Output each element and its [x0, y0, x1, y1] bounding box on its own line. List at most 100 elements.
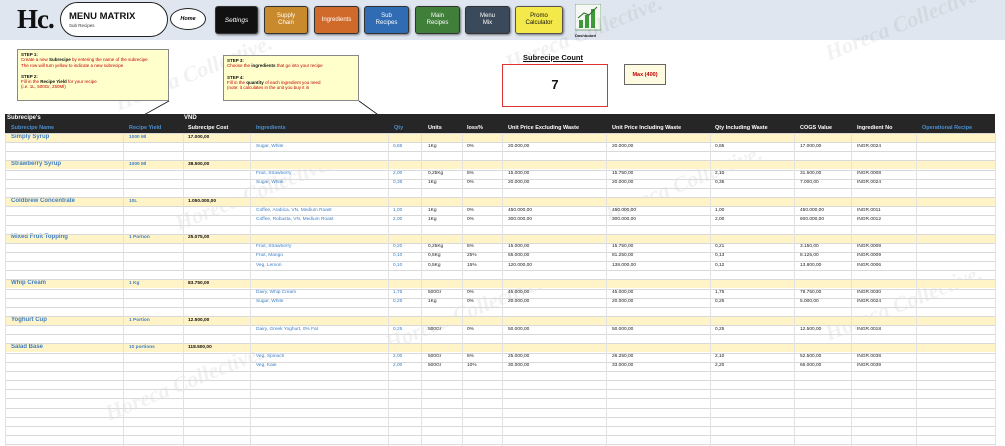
unit-price-excl-cell: 15.000,00 [508, 171, 530, 177]
column-divider [388, 133, 389, 446]
grid-line [5, 306, 995, 308]
grid-line [5, 160, 995, 162]
qty-incl-cell: 2,20 [715, 363, 725, 369]
recipe-name[interactable]: Simply Syrup [11, 134, 49, 140]
grid-line [5, 398, 995, 400]
qty-incl-cell: 1,75 [715, 290, 725, 296]
col-unit-price-incl: Unit Price Including Waste [612, 124, 682, 131]
col-recipe-yield: Recipe Yield [129, 124, 162, 131]
ingredient-no-cell: INGR.0008 [857, 171, 881, 177]
qty-cell[interactable]: 0,35 [393, 180, 402, 185]
loss-cell: 0% [467, 299, 474, 305]
qty-cell[interactable]: 2,00 [393, 217, 402, 222]
recipe-name[interactable]: Salad Base [11, 344, 43, 350]
ingredient-cell[interactable]: Dairy, Whip Cream [256, 290, 296, 295]
ingredient-cell[interactable]: Sugar, White [256, 180, 283, 185]
cogs-cell: 12.500,00 [800, 326, 822, 332]
column-divider [462, 133, 463, 446]
qty-cell[interactable]: 2,00 [393, 363, 402, 368]
subrecipe-count-title: Subrecipe Count [523, 53, 584, 62]
qty-cell[interactable]: 0,10 [393, 263, 402, 268]
grid-line [5, 297, 995, 299]
ingredient-cell[interactable]: Coffee, Robusta, VN, Medium Roast [256, 217, 334, 222]
grid-line [5, 169, 995, 171]
col-loss: loss% [467, 124, 483, 131]
grid-line [5, 361, 995, 363]
recipe-cost: 38.500,00 [188, 161, 210, 167]
grid-line [5, 434, 995, 436]
ingredient-no-cell: INGR.0006 [857, 262, 881, 268]
ingredient-cell[interactable]: Fruit, Strawberry [256, 244, 291, 249]
grid-line [5, 288, 995, 290]
grid-line [5, 380, 995, 382]
ingredient-cell[interactable]: Fruit, Mango [256, 253, 283, 258]
cogs-cell: 3.150,00 [800, 244, 819, 250]
recipe-cost: 83.750,00 [188, 280, 210, 286]
unit-price-excl-cell: 45.000,00 [508, 290, 530, 296]
ingredient-no-cell: INGR.0011 [857, 207, 881, 213]
cogs-cell: 52.500,00 [800, 354, 822, 360]
ingredient-cell[interactable]: Fruit, Strawberry [256, 171, 291, 176]
ingredient-cell[interactable]: Veg, Spinach [256, 354, 284, 359]
column-divider [916, 133, 917, 446]
recipe-name[interactable]: Strawberry Syrup [11, 161, 61, 167]
recipe-cost: 17.000,00 [188, 134, 210, 140]
col-operational-recipe: Operational Recipe [922, 124, 973, 131]
ingredient-cell[interactable]: Sugar, White [256, 144, 283, 149]
recipe-name[interactable]: Coldbrew Concentrate [11, 198, 75, 204]
qty-cell[interactable]: 2,00 [393, 354, 402, 359]
qty-cell[interactable]: 0,20 [393, 244, 402, 249]
grid-line [5, 251, 995, 253]
qty-cell[interactable]: 0,10 [393, 253, 402, 258]
qty-cell[interactable]: 1,00 [393, 208, 402, 213]
ingredient-no-cell: INGR.0012 [857, 216, 881, 222]
recipe-name[interactable]: Mixed Fruit Topping [11, 234, 68, 240]
ingredient-cell[interactable]: Veg, Lemon [256, 263, 282, 268]
qty-cell[interactable]: 0,25 [393, 299, 402, 304]
cogs-cell: 66.000,00 [800, 363, 822, 369]
recipe-yield[interactable]: 1 Portion [129, 318, 150, 323]
recipe-row-band [5, 233, 995, 243]
ingredient-no-cell: INGR.0008 [857, 244, 881, 250]
cogs-cell: 8.125,00 [800, 253, 819, 259]
loss-cell: 5% [467, 244, 474, 250]
recipe-yield[interactable]: 10 portions [129, 345, 155, 350]
col-ingredients: Ingredients [256, 124, 286, 131]
recipe-yield[interactable]: 10L [129, 199, 137, 204]
qty-incl-cell: 0,25 [715, 326, 725, 332]
recipe-name[interactable]: Whip Cream [11, 280, 46, 286]
qty-cell[interactable]: 1,75 [393, 290, 402, 295]
ingredient-cell[interactable]: Veg, Kale [256, 363, 277, 368]
ingredient-cell[interactable]: Coffee, Arabica, VN, Medium Roast [256, 208, 332, 213]
recipe-yield[interactable]: 1 Kg [129, 281, 139, 286]
ingredient-cell[interactable]: Dairy, Greek Yoghurt, 0% Fat [256, 327, 318, 332]
qty-incl-cell: 1,00 [715, 207, 725, 213]
recipe-row-band [5, 197, 995, 207]
recipe-yield[interactable]: 1000 Ml [129, 135, 146, 140]
column-divider [794, 133, 795, 446]
col-subrecipe-name: Subrecipe Name [11, 124, 55, 131]
grid-line [5, 151, 995, 153]
qty-cell[interactable]: 2,00 [393, 171, 402, 176]
unit-price-incl-cell: 15.750,00 [612, 171, 634, 177]
subrecipe-count-value: 7 [551, 77, 559, 92]
qty-cell[interactable]: 0,85 [393, 144, 402, 149]
loss-cell: 5% [467, 354, 474, 360]
cogs-cell: 7.000,00 [800, 180, 819, 186]
ingredient-cell[interactable]: Sugar, White [256, 299, 283, 304]
unit-price-incl-cell: 15.750,00 [612, 244, 634, 250]
qty-cell[interactable]: 0,25 [393, 327, 402, 332]
grid-line [5, 224, 995, 226]
col-units: Units [428, 124, 442, 131]
grid-line [5, 206, 995, 208]
recipe-yield[interactable]: 1000 Ml [129, 162, 146, 167]
col-ingredient-no: Ingredient No [857, 124, 893, 131]
column-divider [606, 133, 607, 446]
cogs-cell: 450.000,00 [800, 207, 825, 213]
unit-cell: 0,5Kg [428, 253, 441, 259]
recipe-yield[interactable]: 1 Portion [129, 235, 150, 240]
ingredient-no-cell: INGR.0024 [857, 299, 881, 305]
grid-line [5, 334, 995, 336]
column-divider [851, 133, 852, 446]
recipe-name[interactable]: Yoghurt Cup [11, 317, 47, 323]
